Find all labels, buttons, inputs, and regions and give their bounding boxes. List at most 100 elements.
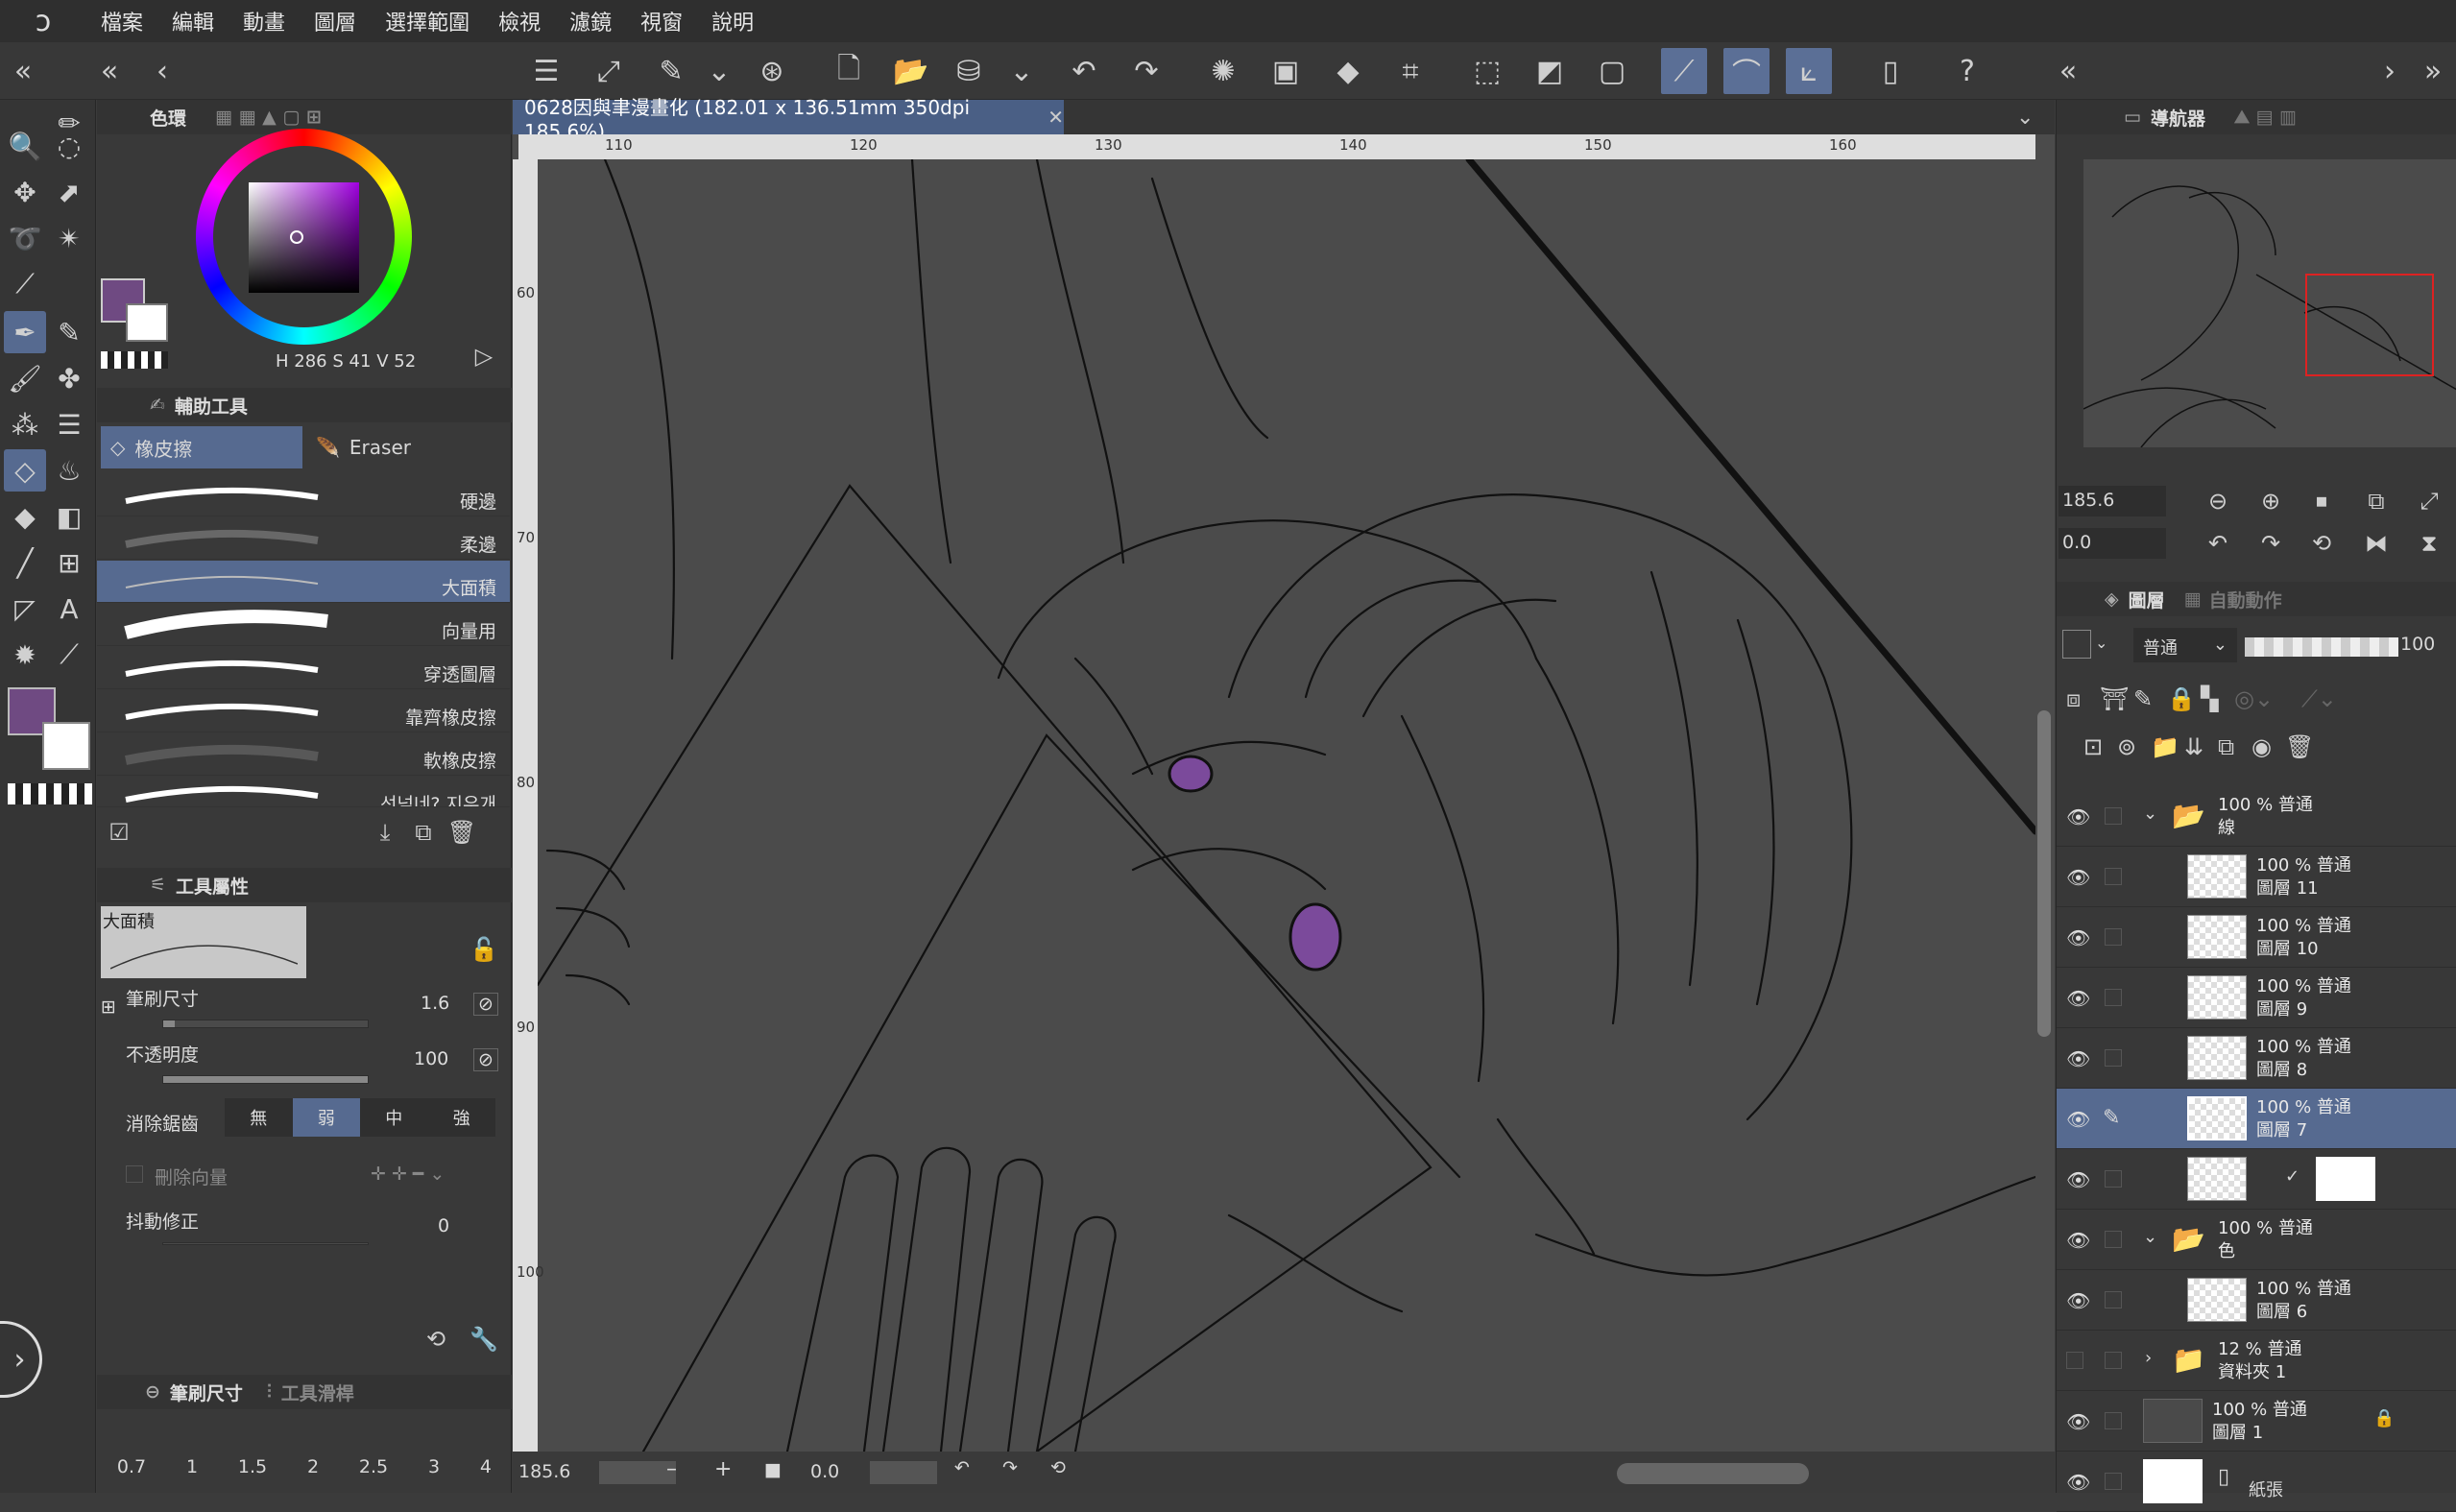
visibility-eye-icon[interactable]: 👁: [2066, 1410, 2090, 1433]
layer-checkbox[interactable]: [2105, 868, 2122, 885]
blend-mode-select[interactable]: 普通 ⌄: [2133, 628, 2237, 662]
other-tabs-icon[interactable]: ⛰ ▤ ▥: [2234, 107, 2297, 128]
layer-move-icon[interactable]: ⬈: [48, 171, 90, 213]
new-vector-layer-icon[interactable]: ⊚: [2117, 733, 2136, 760]
snap-grid-icon[interactable]: ⟀: [1786, 48, 1832, 94]
navigator-preview[interactable]: [2083, 159, 2456, 447]
layer-checkbox[interactable]: [2105, 1352, 2122, 1369]
clip-icon[interactable]: ⧈: [2066, 685, 2081, 712]
canvas-horizontal-scrollbar[interactable]: [1617, 1463, 1809, 1484]
collapse-left-icon[interactable]: «: [0, 48, 46, 94]
fit-navigator-icon[interactable]: ⤢: [2412, 484, 2446, 518]
fill-icon[interactable]: ◆: [1325, 48, 1371, 94]
brush-hard[interactable]: 硬邊: [97, 474, 510, 516]
delete-layer-icon[interactable]: 🗑: [2285, 733, 2314, 760]
layer-folder-lines[interactable]: 👁 ⌄ 📂 100 % 普通線: [2057, 786, 2456, 847]
zoom-in-icon[interactable]: +: [714, 1457, 732, 1481]
brush-soft-eraser[interactable]: 軟橡皮擦: [97, 733, 510, 776]
layer-7[interactable]: 👁 ✎ 100 % 普通 圖層 7: [2057, 1089, 2456, 1149]
subtool-group-eraser-en[interactable]: 🪶 Eraser: [306, 426, 508, 468]
menu-selection[interactable]: 選擇範圍: [371, 6, 484, 36]
delete-vector-checkbox[interactable]: [126, 1165, 143, 1183]
layer-checkbox[interactable]: [2105, 1412, 2122, 1429]
wrench-icon[interactable]: 🔧: [470, 1325, 498, 1354]
hue-ring[interactable]: [196, 129, 412, 345]
flip-horizontal-icon[interactable]: ⧓: [2359, 526, 2394, 561]
tool-slider-tab[interactable]: 工具滑桿: [281, 1380, 354, 1405]
layer-color-icon[interactable]: [2062, 630, 2091, 659]
chevron-down-icon[interactable]: ⌄: [2095, 634, 2107, 652]
figure-tool-icon[interactable]: ╱: [4, 541, 46, 584]
size-preset[interactable]: 2.5: [359, 1420, 388, 1487]
layer-6[interactable]: 👁 100 % 普通 圖層 6: [2057, 1270, 2456, 1331]
text-tool-icon[interactable]: A: [48, 588, 90, 630]
layer-checkbox[interactable]: [2105, 1291, 2122, 1308]
transform-icon[interactable]: ⌗: [1387, 48, 1433, 94]
blend-tool-icon[interactable]: ♨: [48, 449, 90, 492]
visibility-eye-icon[interactable]: 👁: [2066, 1047, 2090, 1070]
duplicate-icon[interactable]: ⧉: [409, 818, 438, 847]
chevron-down-icon[interactable]: ⌄: [999, 48, 1045, 94]
clear-selection-icon[interactable]: ▣: [1263, 48, 1309, 94]
stabilization-slider[interactable]: [162, 1242, 369, 1245]
new-folder-icon[interactable]: 📁: [2151, 733, 2179, 760]
visibility-eye-icon[interactable]: 👁: [2066, 1289, 2090, 1312]
brush-vector[interactable]: 向量用: [97, 604, 510, 646]
ruler-enable-icon[interactable]: ⟋⌄: [2301, 685, 2337, 712]
zoom-in-icon[interactable]: ⊕: [2253, 484, 2288, 518]
layer-9[interactable]: 👁 100 % 普通 圖層 9: [2057, 968, 2456, 1028]
size-preset[interactable]: 1: [186, 1420, 198, 1487]
size-preset[interactable]: 0.7: [117, 1420, 146, 1487]
invert-selection-icon[interactable]: ◩: [1527, 48, 1573, 94]
layer-opacity-slider[interactable]: [2245, 637, 2398, 657]
folder-open-chevron-icon[interactable]: ⌄: [2143, 1227, 2157, 1247]
zoom-out-icon[interactable]: –: [666, 1457, 677, 1481]
navigator-rotation-input[interactable]: 0.0: [2059, 528, 2166, 559]
hamburger-menu-icon[interactable]: ☰: [523, 48, 569, 94]
fill-tool-icon[interactable]: ◆: [4, 495, 46, 538]
canvas-tab[interactable]: 0628因與聿漫畫化 (182.01 x 136.51mm 350dpi 185…: [513, 96, 1064, 143]
mask-enable-icon[interactable]: ◎⌄: [2234, 685, 2274, 712]
menu-layer[interactable]: 圖層: [300, 6, 371, 36]
layer-mask-row[interactable]: 👁 ✓: [2057, 1149, 2456, 1210]
visibility-eye-icon[interactable]: 👁: [2066, 987, 2090, 1010]
snap-ruler-icon[interactable]: ⟋: [1661, 48, 1707, 94]
color-picker-cursor[interactable]: [290, 230, 303, 244]
brush-snap-eraser[interactable]: 靠齊橡皮擦: [97, 690, 510, 732]
hidden-eye-box[interactable]: [2066, 1352, 2083, 1369]
layer-checkbox[interactable]: [2105, 1170, 2122, 1188]
size-preset[interactable]: 4: [480, 1420, 492, 1487]
lock-layer-icon[interactable]: 🔒: [2167, 685, 2196, 712]
rotate-left-icon[interactable]: ↶: [2201, 526, 2235, 561]
layer-11[interactable]: 👁 100 % 普通 圖層 11: [2057, 847, 2456, 907]
reset-icon[interactable]: ⟲: [421, 1325, 450, 1354]
layer-mask-icon[interactable]: ◉: [2251, 733, 2272, 760]
menu-window[interactable]: 視窗: [626, 6, 697, 36]
auto-action-tab[interactable]: 自動動作: [2209, 587, 2282, 612]
sub-color-swatch[interactable]: [42, 722, 90, 770]
close-tab-icon[interactable]: ✕: [1047, 106, 1064, 129]
rotate-right-icon[interactable]: ↷: [2253, 526, 2288, 561]
balloon-tool-icon[interactable]: ✹: [4, 634, 46, 676]
undo-icon[interactable]: ↶: [1061, 48, 1107, 94]
visibility-eye-icon[interactable]: 👁: [2066, 866, 2090, 889]
color-wheel-tab[interactable]: 色環: [150, 105, 186, 131]
play-icon[interactable]: ▷: [470, 342, 498, 371]
brush-through-layer[interactable]: 穿透圖層: [97, 647, 510, 689]
save-cloud-icon[interactable]: ⛁: [946, 48, 992, 94]
visibility-eye-icon[interactable]: 👁: [2066, 1168, 2090, 1191]
brush-custom[interactable]: 선넘네? 지우개: [97, 777, 510, 807]
menu-animation[interactable]: 動畫: [229, 6, 300, 36]
sub-color-swatch[interactable]: [126, 303, 168, 342]
transparent-swatch[interactable]: [101, 351, 168, 369]
sync-icon[interactable]: ⊛: [749, 48, 795, 94]
aa-none[interactable]: 無: [225, 1098, 293, 1137]
frame-tool-icon[interactable]: ⊞: [48, 541, 90, 584]
lock-icon[interactable]: 🔓: [470, 935, 498, 964]
collapse-left-icon[interactable]: «: [86, 48, 132, 94]
expand-right-icon[interactable]: »: [2410, 48, 2456, 94]
layer-checkbox[interactable]: [2105, 807, 2122, 825]
gradient-tool-icon[interactable]: ◧: [48, 495, 90, 538]
paper-layer[interactable]: 👁 ▯ 紙張: [2057, 1452, 2456, 1512]
lines-icon[interactable]: ☰: [48, 403, 90, 445]
